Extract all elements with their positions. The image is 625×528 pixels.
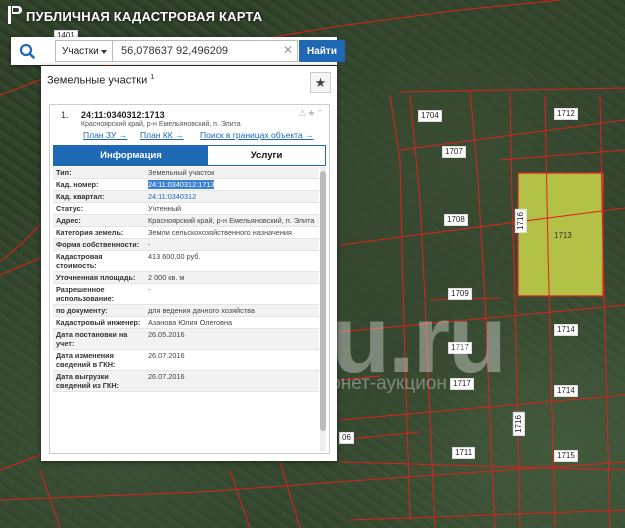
row-key: Тип: — [56, 168, 72, 177]
parcel-label: 1714 — [554, 385, 578, 397]
parcel-label: 1716 — [514, 209, 527, 233]
table-row: Адрес: Красноярский край, р-н Емельяновск… — [53, 215, 319, 227]
search-in-bounds-link[interactable]: Поиск в границах объекта → — [200, 130, 314, 140]
row-key: Разрешенное использование: — [56, 285, 115, 303]
parcel-label: 1712 — [554, 108, 578, 120]
logo-icon — [8, 6, 22, 24]
table-row: Форма собственности: - — [53, 239, 319, 251]
panel-title-text: Земельные участки — [47, 74, 148, 87]
row-key: Дата постановки на учет: — [56, 330, 128, 348]
table-row: Кадастровый инженер: Азанова Юлия Олеговн… — [53, 317, 319, 329]
row-key: Кадастровая стоимость: — [56, 252, 103, 270]
parcel-label: 1711 — [452, 447, 476, 459]
table-row: Дата выгрузки сведений из ГКН: 26.07.2016 — [53, 371, 319, 392]
row-value: 26.05.2016 — [148, 330, 185, 339]
table-row: Кадастровая стоимость: 413 600,00 руб. — [53, 251, 319, 272]
table-row: Кад. номер: 24:11:0340312:1713 — [53, 179, 319, 191]
parcel-label: 1716 — [512, 412, 525, 436]
scrollbar-thumb[interactable] — [320, 171, 326, 431]
tab-bar: Информация Услуги — [53, 145, 326, 166]
row-value: Земли сельскохозяйственного назначения — [148, 228, 292, 237]
row-key: Дата изменения сведений в ГКН: — [56, 351, 116, 369]
table-row: Дата постановки на учет: 26.05.2016 — [53, 329, 319, 350]
row-key: Форма собственности: — [56, 240, 140, 249]
quarter-link[interactable]: 24:11:0340312 — [145, 191, 319, 202]
scrollbar[interactable] — [320, 167, 326, 451]
row-key: Статус: — [56, 204, 84, 213]
row-value: - — [148, 240, 151, 249]
selected-cadnum[interactable]: 24:11:0340312:1713 — [148, 180, 215, 189]
results-panel: Земельные участки 1 ★ 1. 24:11:0340312:1… — [41, 66, 337, 461]
chevron-down-icon — [101, 50, 107, 54]
row-key: Категория земель: — [56, 228, 124, 237]
favorite-star-icon[interactable]: ★ — [310, 72, 331, 93]
card-index: 1. — [61, 110, 69, 120]
row-value: 26.07.2016 — [148, 372, 185, 381]
table-row: Кад. квартал: 24:11:0340312 — [53, 191, 319, 203]
card-cadastral-number[interactable]: 24:11:0340312:1713 — [81, 110, 165, 120]
parcel-label: 06 — [339, 432, 354, 444]
table-row: Разрешенное использование: - — [53, 284, 319, 305]
search-icon[interactable] — [15, 41, 39, 61]
parcel-label: 1715 — [554, 450, 578, 462]
parcel-label: 1713 — [554, 231, 572, 240]
result-count: 1 — [150, 74, 155, 81]
tab-information[interactable]: Информация — [54, 146, 208, 165]
table-row: по документу: для ведения дачного хозяйст… — [53, 305, 319, 317]
top-bar: ПУБЛИЧНАЯ КАДАСТРОВАЯ КАРТА — [0, 0, 625, 32]
card-actions[interactable]: ⚠★⌃ — [298, 108, 325, 119]
table-row: Тип: Земельный участок — [53, 167, 319, 179]
table-row: Дата изменения сведений в ГКН: 26.07.2016 — [53, 350, 319, 371]
row-key: Кад. квартал: — [56, 192, 105, 201]
parcel-plan-link[interactable]: План ЗУ → — [83, 130, 127, 140]
app-title: ПУБЛИЧНАЯ КАДАСТРОВАЯ КАРТА — [26, 9, 263, 24]
table-row: Категория земель: Земли сельскохозяйствен… — [53, 227, 319, 239]
parcel-card: 1. 24:11:0340312:1713 Красноярский край,… — [49, 104, 330, 454]
row-value: Учтенный — [148, 204, 182, 213]
row-value: для ведения дачного хозяйства — [148, 306, 255, 315]
row-value: Красноярский край, р-н Емельяновский, п.… — [148, 216, 315, 225]
cadastral-plan-link[interactable]: План КК → — [140, 130, 184, 140]
parcel-label: 1714 — [554, 324, 578, 336]
row-value: Земельный участок — [148, 168, 215, 177]
panel-title: Земельные участки 1 — [47, 74, 154, 87]
object-type-value: Участки — [62, 46, 99, 57]
parcel-label: 1707 — [442, 146, 466, 158]
search-bar: Участки ✕ Найти — [11, 37, 345, 65]
chevron-up-icon[interactable]: ⌃ — [316, 108, 325, 118]
parcel-label: 1708 — [444, 214, 468, 226]
row-key: Кадастровый инженер: — [56, 318, 141, 327]
row-value: 26.07.2016 — [148, 351, 185, 360]
row-value: Азанова Юлия Олеговна — [148, 318, 233, 327]
row-value[interactable]: 24:11:0340312:1713 — [145, 179, 319, 190]
warning-icon[interactable]: ⚠ — [298, 108, 307, 118]
card-address: Красноярский край, р-н Емельяновский, п.… — [81, 121, 241, 128]
table-row: Уточненная площадь: 2 000 кв. м — [53, 272, 319, 284]
info-table: Тип: Земельный участок Кад. номер: 24:11:0… — [53, 167, 319, 451]
close-icon[interactable]: ✕ — [283, 43, 293, 57]
row-key: Дата выгрузки сведений из ГКН: — [56, 372, 120, 390]
tab-services[interactable]: Услуги — [208, 146, 325, 165]
object-type-select[interactable]: Участки — [55, 40, 113, 62]
table-row: Статус: Учтенный — [53, 203, 319, 215]
row-value: 413 600,00 руб. — [148, 252, 201, 261]
row-key: по документу: — [56, 306, 108, 315]
find-button[interactable]: Найти — [299, 40, 345, 62]
row-key: Адрес: — [56, 216, 81, 225]
row-value: - — [148, 285, 151, 294]
row-key: Кад. номер: — [56, 180, 99, 189]
parcel-label: 1704 — [418, 110, 442, 122]
row-value: 2 000 кв. м — [148, 273, 185, 282]
row-key: Уточненная площадь: — [56, 273, 136, 282]
search-input[interactable] — [113, 40, 298, 62]
